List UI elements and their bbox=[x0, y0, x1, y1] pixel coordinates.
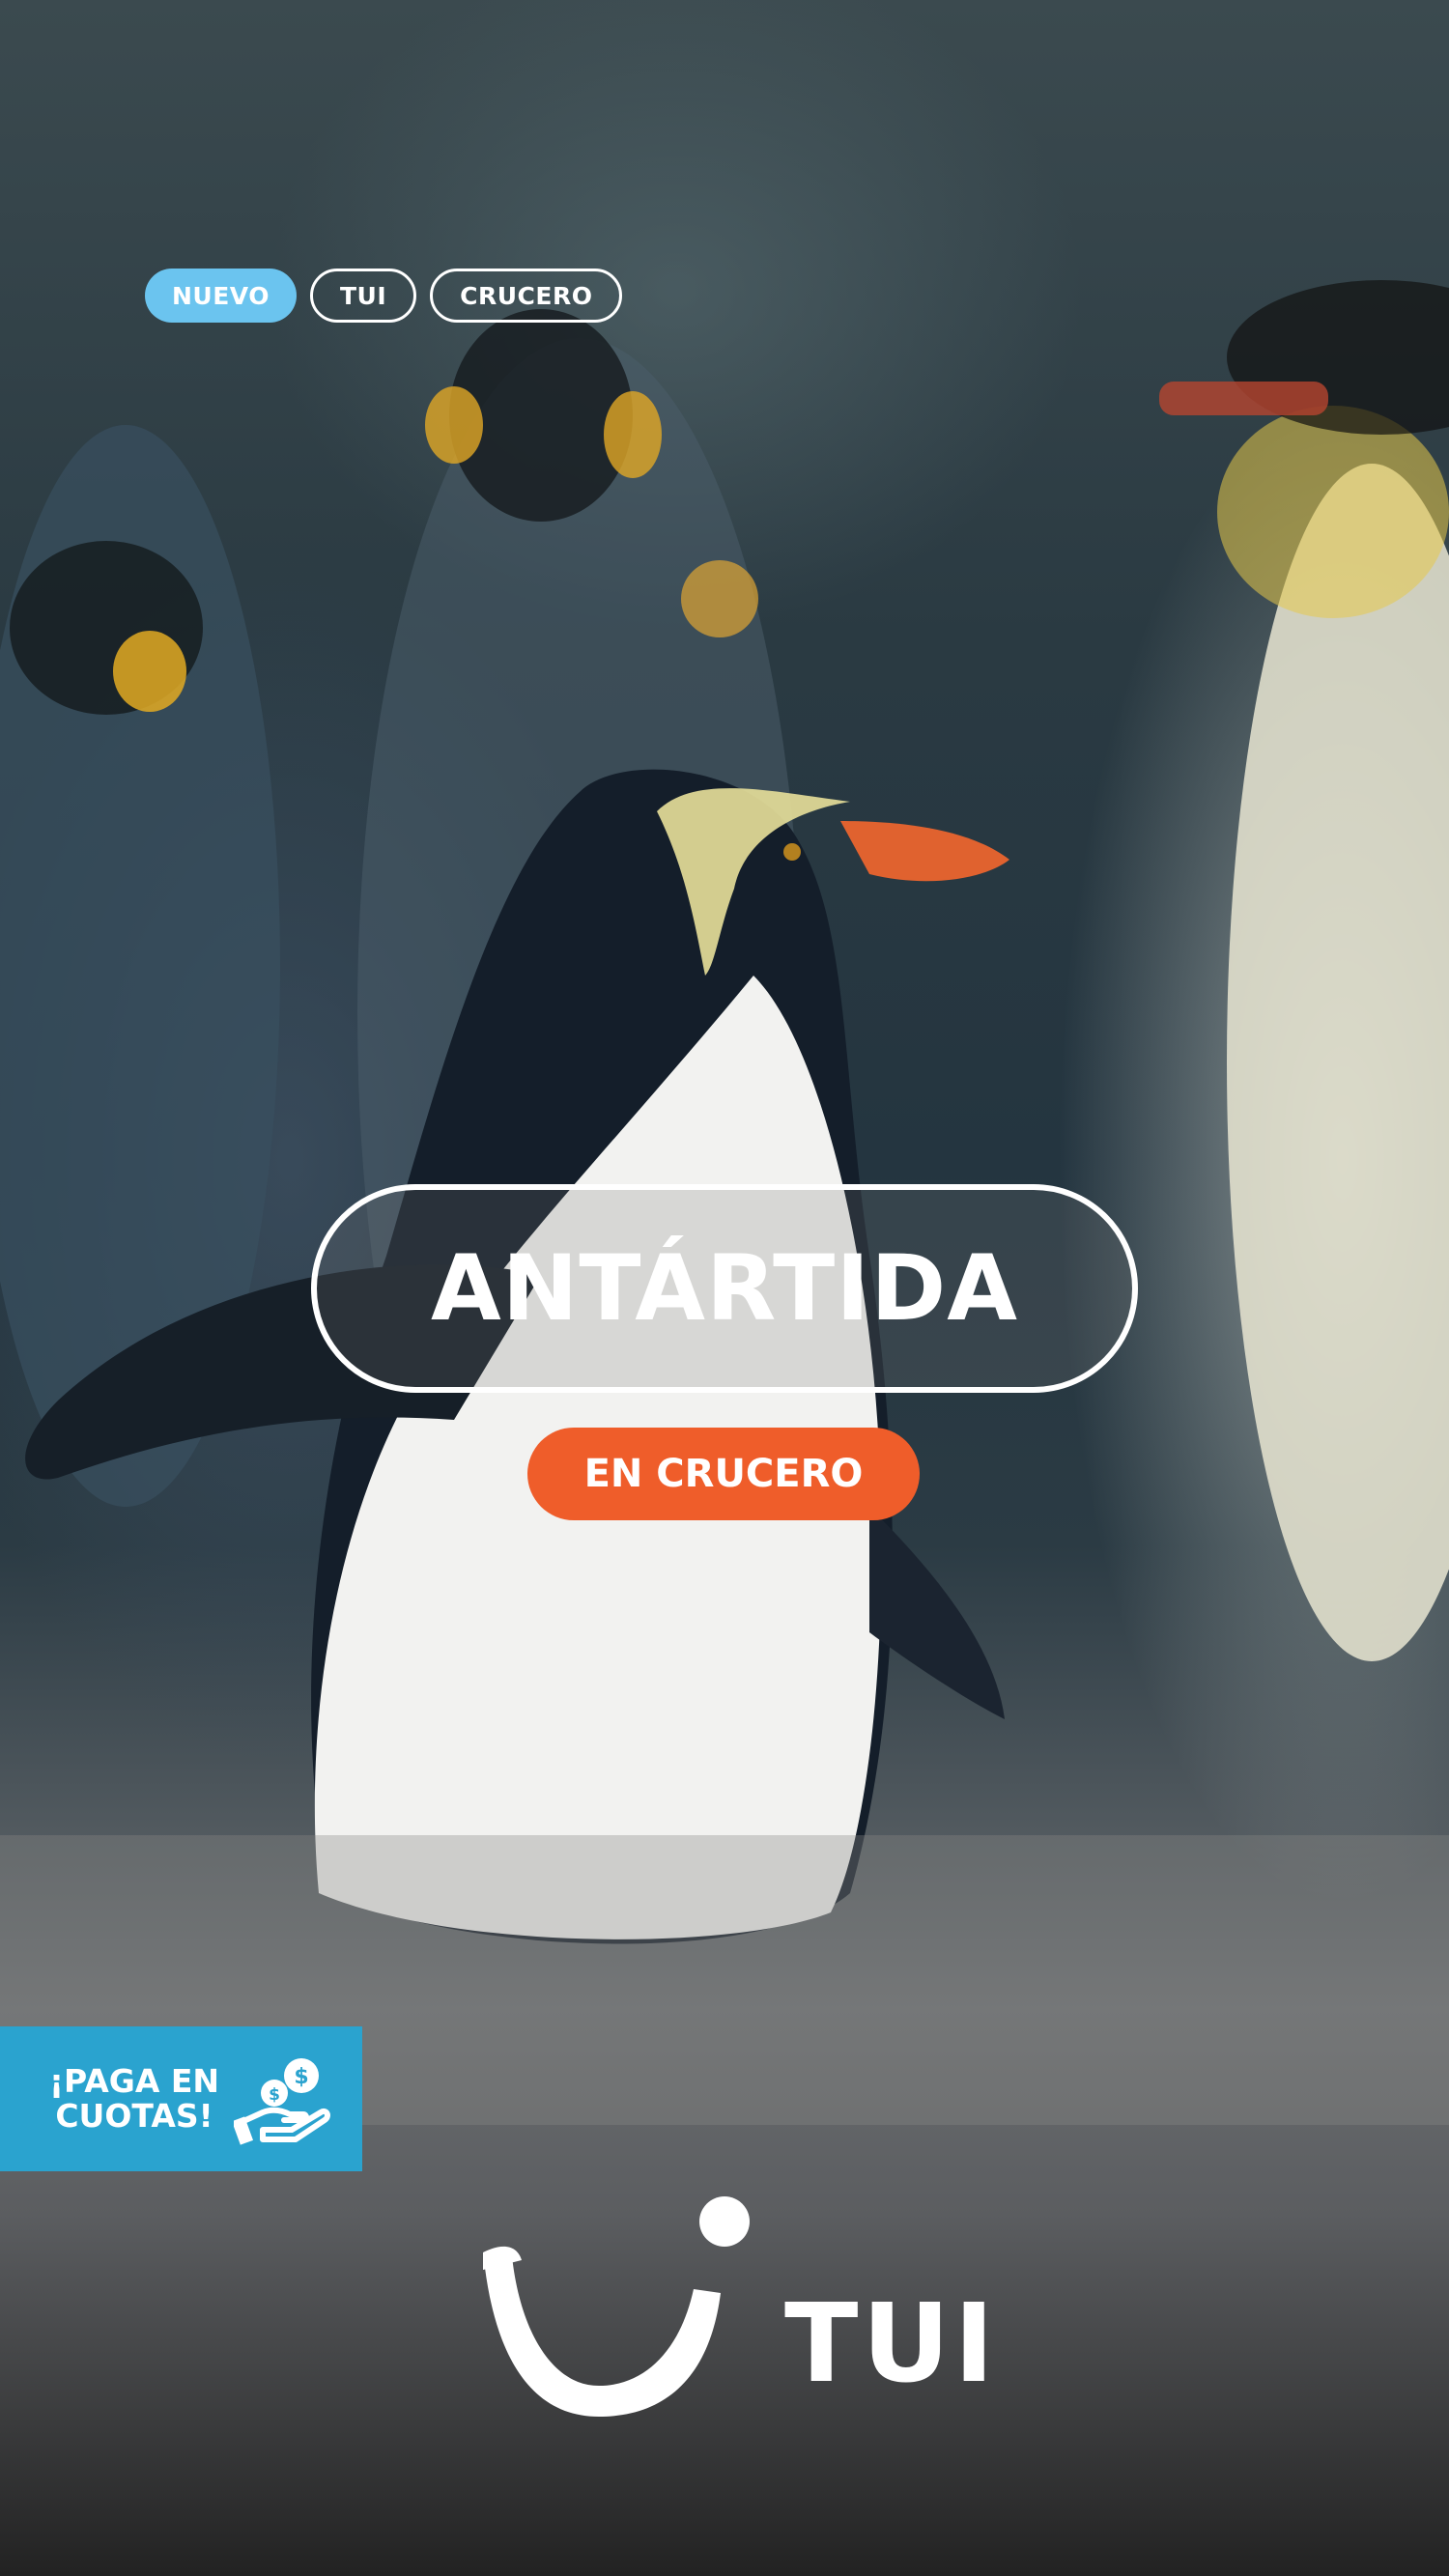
promo-line-2: CUOTAS! bbox=[55, 2097, 213, 2135]
cruise-cta-button[interactable]: EN CRUCERO bbox=[527, 1428, 920, 1520]
svg-text:$: $ bbox=[294, 2065, 308, 2089]
svg-text:$: $ bbox=[269, 2085, 280, 2105]
destination-title: ANTÁRTIDA bbox=[430, 1235, 1019, 1342]
installments-promo-text: ¡PAGA EN CUOTAS! bbox=[43, 2064, 226, 2134]
installments-promo-banner[interactable]: ¡PAGA EN CUOTAS! $ $ bbox=[0, 2026, 362, 2171]
tag-list: NUEVO TUI CRUCERO bbox=[145, 269, 623, 323]
hand-coins-icon: $ $ bbox=[234, 2058, 330, 2145]
destination-title-box: ANTÁRTIDA bbox=[311, 1184, 1138, 1393]
tag-nuevo[interactable]: NUEVO bbox=[145, 269, 297, 323]
tag-tui[interactable]: TUI bbox=[309, 269, 417, 323]
promo-line-1: ¡PAGA EN bbox=[48, 2062, 220, 2100]
tag-crucero[interactable]: CRUCERO bbox=[430, 269, 623, 323]
brand-name: TUI bbox=[784, 2281, 999, 2407]
tui-smile-logo bbox=[483, 2196, 750, 2417]
